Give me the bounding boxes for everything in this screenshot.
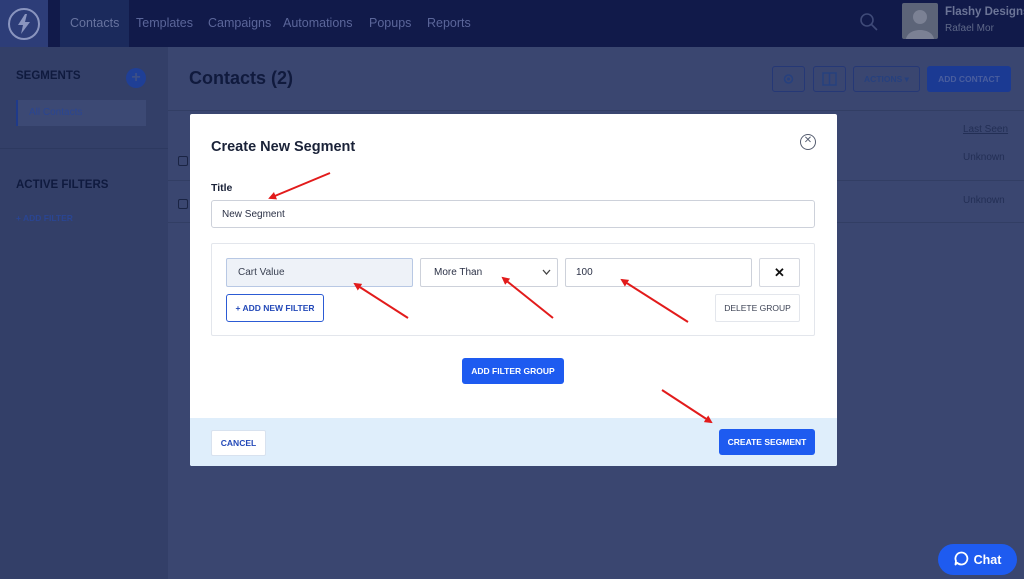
chat-button[interactable]: Chat: [938, 544, 1017, 575]
chat-label: Chat: [973, 552, 1002, 567]
add-segment-button[interactable]: +: [126, 68, 146, 88]
header-divider: [168, 110, 1024, 111]
nav-popups[interactable]: Popups: [369, 0, 411, 47]
account-user-name: Rafael Mor: [945, 23, 994, 34]
columns-button[interactable]: [813, 66, 846, 92]
lightning-bolt-icon: [8, 7, 40, 40]
segment-title-input[interactable]: [211, 200, 815, 228]
nav-campaigns[interactable]: Campaigns: [208, 0, 271, 47]
cancel-button[interactable]: CANCEL: [211, 430, 266, 456]
row-checkbox[interactable]: [178, 156, 188, 166]
avatar[interactable]: [902, 3, 938, 39]
title-label: Title: [211, 182, 233, 194]
filter-operator-select[interactable]: More Than: [420, 258, 558, 287]
columns-icon: [822, 72, 837, 86]
row-checkbox[interactable]: [178, 199, 188, 209]
add-filter-group-button[interactable]: ADD FILTER GROUP: [462, 358, 564, 384]
sidebar-divider: [0, 148, 168, 149]
create-segment-modal: Create New Segment ✕ Title Cart Value Mo…: [190, 114, 837, 466]
add-new-filter-button[interactable]: + ADD NEW FILTER: [226, 294, 324, 322]
close-icon: ✕: [774, 265, 785, 280]
settings-button[interactable]: [772, 66, 805, 92]
nav-contacts[interactable]: Contacts: [60, 0, 130, 47]
last-seen-cell: Unknown: [963, 195, 1005, 206]
nav-templates[interactable]: Templates: [136, 0, 193, 47]
top-navigation: Contacts Templates Campaigns Automations…: [0, 0, 1024, 47]
sidebar-add-filter-link[interactable]: + ADD FILTER: [16, 213, 73, 223]
last-seen-column-header[interactable]: Last Seen: [963, 124, 1008, 135]
add-contact-button[interactable]: ADD CONTACT: [927, 66, 1011, 92]
filter-operator-value: More Than: [434, 267, 483, 278]
filter-group: [211, 243, 815, 336]
modal-title: Create New Segment: [211, 139, 356, 155]
actions-dropdown[interactable]: ACTIONS ▾: [853, 66, 920, 92]
filter-field-select[interactable]: Cart Value: [226, 258, 413, 287]
active-filters-heading: ACTIVE FILTERS: [16, 179, 109, 191]
last-seen-cell: Unknown: [963, 152, 1005, 163]
nav-reports[interactable]: Reports: [427, 0, 471, 47]
page-title: Contacts (2): [189, 68, 294, 88]
gear-icon: [783, 74, 794, 84]
search-icon[interactable]: [858, 11, 880, 33]
segments-heading: SEGMENTS: [16, 70, 81, 82]
modal-footer: CANCEL CREATE SEGMENT: [190, 418, 837, 466]
sidebar: [0, 47, 168, 579]
remove-filter-button[interactable]: ✕: [759, 258, 800, 287]
create-segment-button[interactable]: CREATE SEGMENT: [719, 429, 815, 455]
chevron-down-icon: [542, 259, 551, 297]
delete-group-button[interactable]: DELETE GROUP: [715, 294, 800, 322]
flashy-logo[interactable]: [0, 0, 48, 47]
account-brand-name[interactable]: Flashy Designs: [945, 6, 1024, 18]
close-icon[interactable]: ✕: [800, 134, 816, 150]
sidebar-item-all-contacts[interactable]: All Contacts: [16, 100, 146, 126]
filter-value-input[interactable]: 100: [565, 258, 752, 287]
chat-bubble-icon: [954, 551, 969, 569]
nav-automations[interactable]: Automations: [283, 0, 352, 47]
